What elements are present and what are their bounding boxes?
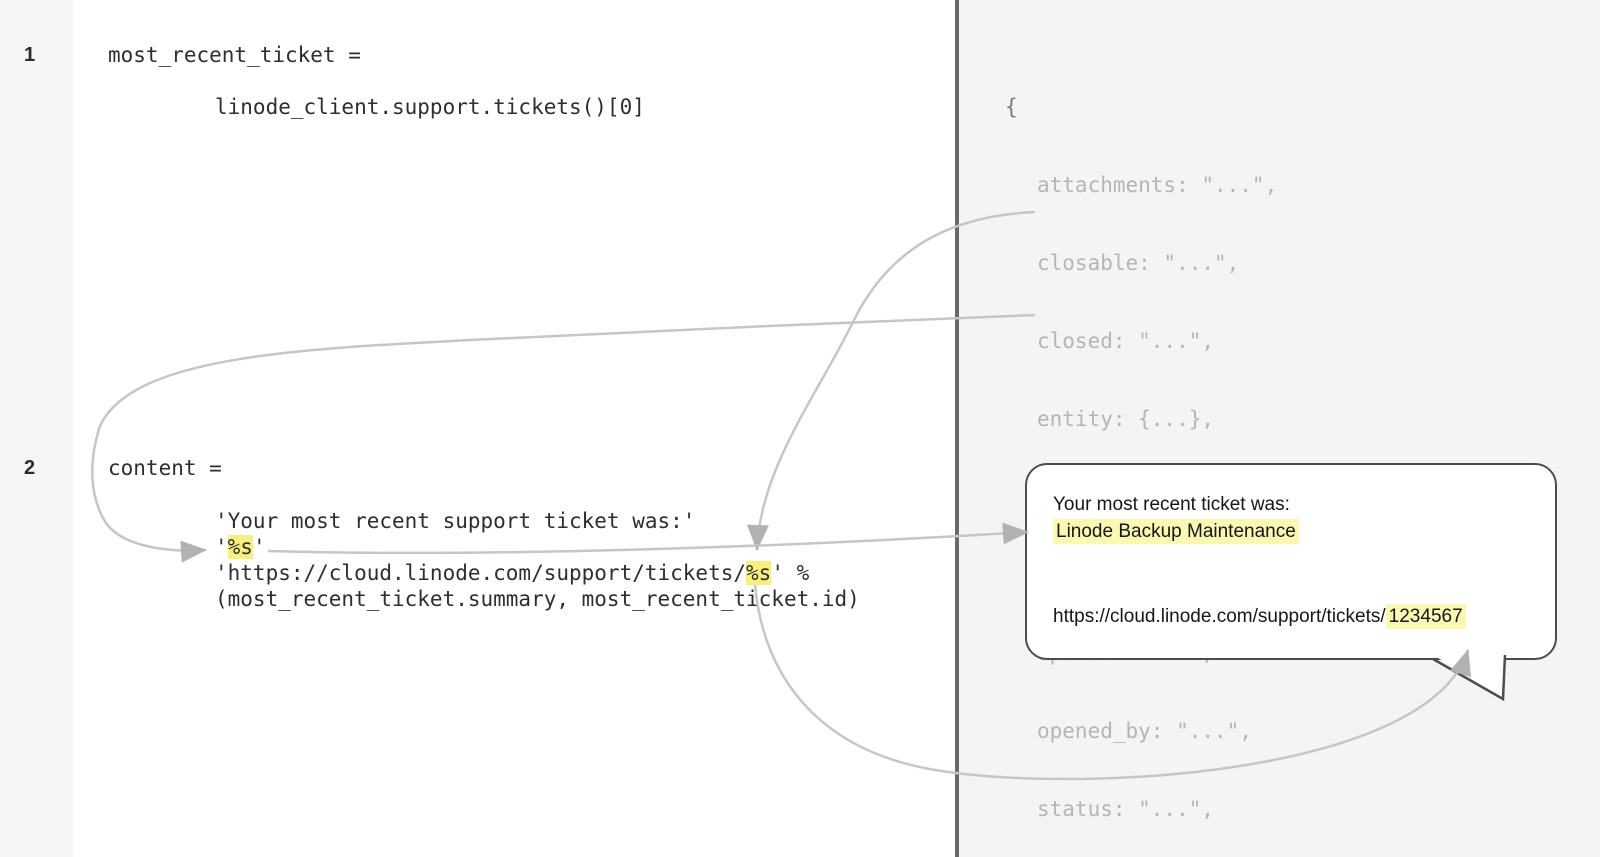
json-field-status: status: "...", — [1005, 796, 1505, 822]
code-line-tickets-call: linode_client.support.tickets()[0] — [215, 94, 645, 120]
code-line-format-args: (most_recent_ticket.summary, most_recent… — [215, 586, 860, 612]
code-line-string1: 'Your most recent support ticket was:' — [215, 508, 695, 534]
code-line-url-string: 'https://cloud.linode.com/support/ticket… — [215, 560, 809, 586]
output-intro-line: Your most recent ticket was:Linode Backu… — [1053, 491, 1555, 545]
arrow-placeholder-to-output-summary — [268, 532, 1028, 553]
line-number-1: 1 — [24, 42, 54, 68]
json-open-brace: { — [1005, 94, 1505, 120]
output-ticket-id-value: 1234567 — [1386, 604, 1466, 629]
json-field-attachments: attachments: "...", — [1005, 172, 1505, 198]
output-url-line: https://cloud.linode.com/support/tickets… — [1053, 603, 1555, 630]
placeholder-summary-token: %s — [228, 535, 253, 559]
line-number-gutter: 1 2 — [0, 0, 73, 857]
code-line-assignment: most_recent_ticket = — [108, 42, 361, 68]
line-number-2: 2 — [24, 455, 54, 481]
json-field-entity: entity: {...}, — [1005, 406, 1505, 432]
docs-diagram: 1 2 most_recent_ticket = linode_client.s… — [0, 0, 1600, 857]
code-line-string2: '%s' — [215, 534, 266, 560]
code-line-content: content = — [108, 455, 222, 481]
output-speech-bubble: Your most recent ticket was:Linode Backu… — [1025, 463, 1557, 660]
json-field-opened-by: opened_by: "...", — [1005, 718, 1505, 744]
panel-divider — [955, 0, 959, 857]
placeholder-id-token: %s — [746, 561, 771, 585]
json-field-closable: closable: "...", — [1005, 250, 1505, 276]
ticket-json-object: { attachments: "...", closable: "...", c… — [1005, 42, 1505, 857]
output-summary-value: Linode Backup Maintenance — [1053, 519, 1299, 544]
json-field-closed: closed: "...", — [1005, 328, 1505, 354]
